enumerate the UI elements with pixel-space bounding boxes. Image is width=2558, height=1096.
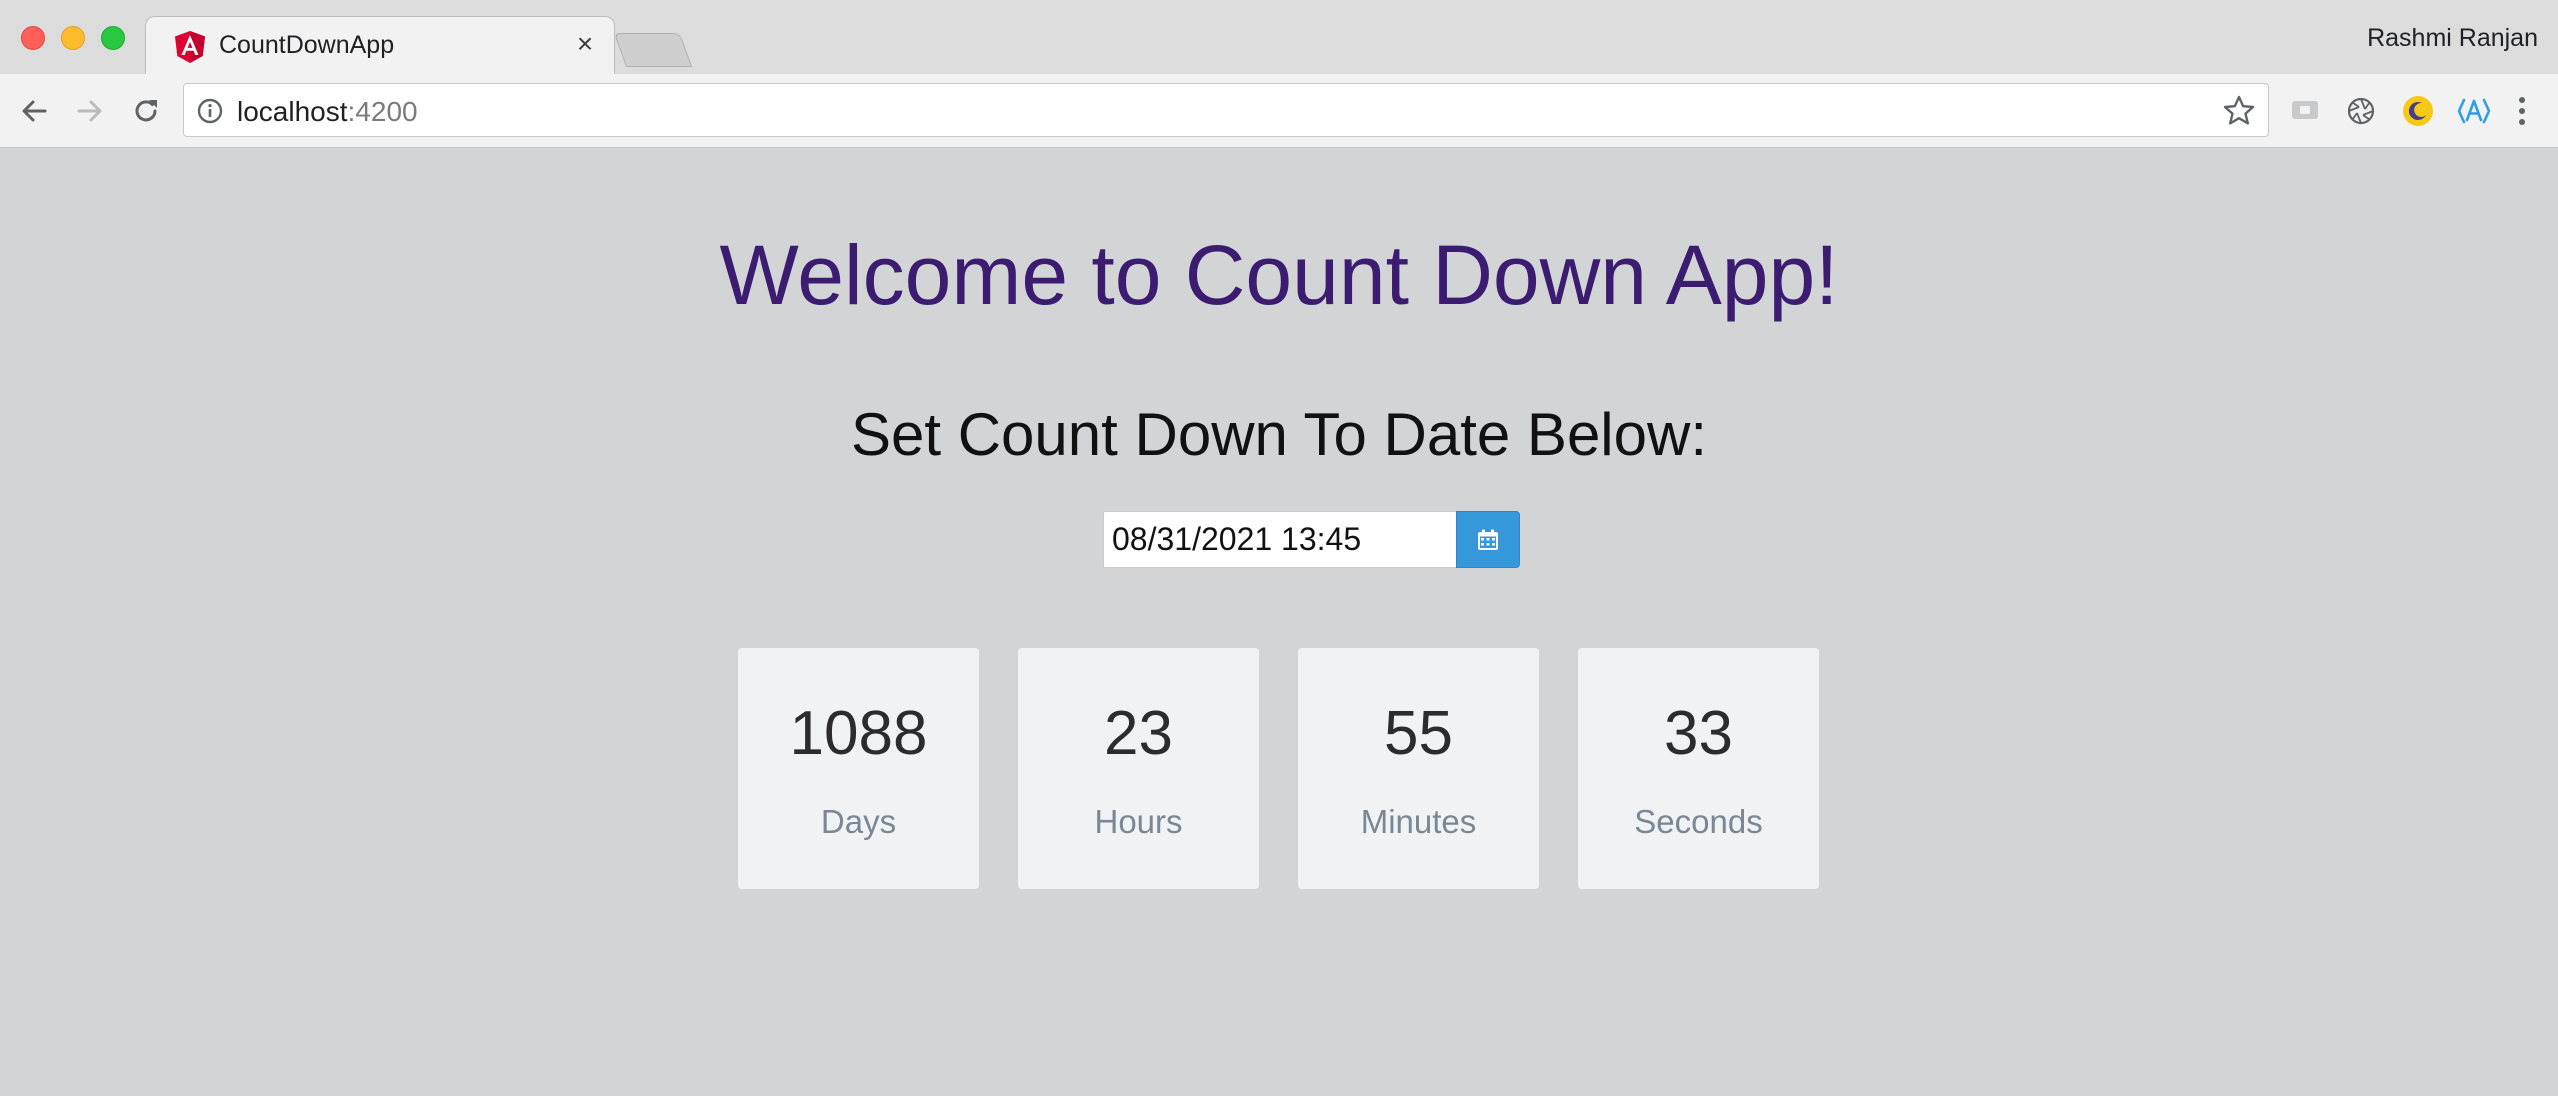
countdown-seconds-label: Seconds: [1634, 803, 1763, 840]
window-maximize-button[interactable]: [101, 26, 125, 50]
countdown-minutes-value: 55: [1384, 699, 1453, 768]
back-button[interactable]: [14, 91, 54, 131]
vertical-dots-icon[interactable]: [2510, 94, 2534, 128]
calendar-button[interactable]: [1456, 511, 1520, 568]
cast-icon: [2292, 101, 2318, 119]
tab-strip: CountDownApp × Rashmi Ranjan: [0, 0, 2558, 74]
new-tab-button[interactable]: [613, 33, 693, 67]
countdown-days-value: 1088: [789, 699, 928, 768]
countdown-seconds-card: 33 Seconds: [1578, 648, 1819, 889]
countdown-hours-label: Hours: [1094, 803, 1183, 840]
url-host: localhost: [237, 96, 348, 127]
info-icon[interactable]: [196, 97, 224, 125]
tab-close-icon[interactable]: ×: [570, 29, 600, 59]
tab-title: CountDownApp: [219, 31, 395, 59]
reload-button[interactable]: [126, 91, 166, 131]
profile-name[interactable]: Rashmi Ranjan: [2367, 24, 2538, 53]
window-minimize-button[interactable]: [61, 26, 85, 50]
url-text[interactable]: localhost:4200: [237, 96, 418, 128]
page-subtitle: Set Count Down To Date Below:: [850, 401, 1708, 468]
forward-button[interactable]: [70, 91, 110, 131]
extension-cast-icon[interactable]: [2288, 94, 2322, 128]
reload-icon: [135, 100, 157, 122]
arrow-right-icon: [77, 100, 102, 122]
countdown-days-label: Days: [820, 803, 897, 840]
angular-logo-icon: [175, 31, 205, 63]
countdown-hours-value: 23: [1104, 699, 1173, 768]
extension-aperture-icon[interactable]: [2344, 94, 2378, 128]
countdown-hours-card: 23 Hours: [1018, 648, 1259, 889]
page-content: Welcome to Count Down App! Set Count Dow…: [0, 149, 2558, 1096]
address-bar[interactable]: localhost:4200: [183, 83, 2269, 137]
date-time-input[interactable]: [1103, 511, 1457, 568]
countdown-minutes-card: 55 Minutes: [1298, 648, 1539, 889]
countdown-days-card: 1088 Days: [738, 648, 979, 889]
extension-dark-mode-icon[interactable]: [2401, 94, 2435, 128]
browser-toolbar: localhost:4200: [0, 74, 2558, 148]
browser-tab[interactable]: CountDownApp ×: [145, 16, 615, 74]
extension-augury-icon[interactable]: [2457, 94, 2491, 128]
calendar-icon: [1478, 529, 1498, 550]
countdown-minutes-label: Minutes: [1360, 803, 1477, 840]
url-port: :4200: [347, 96, 418, 127]
window-close-button[interactable]: [21, 26, 45, 50]
arrow-left-icon: [22, 100, 47, 122]
moon-icon: [2403, 96, 2433, 126]
countdown-seconds-value: 33: [1664, 699, 1733, 768]
aperture-icon: [2347, 97, 2375, 125]
star-icon[interactable]: [2222, 94, 2256, 128]
page-title: Welcome to Count Down App!: [719, 228, 1839, 322]
augury-icon: [2457, 98, 2491, 124]
